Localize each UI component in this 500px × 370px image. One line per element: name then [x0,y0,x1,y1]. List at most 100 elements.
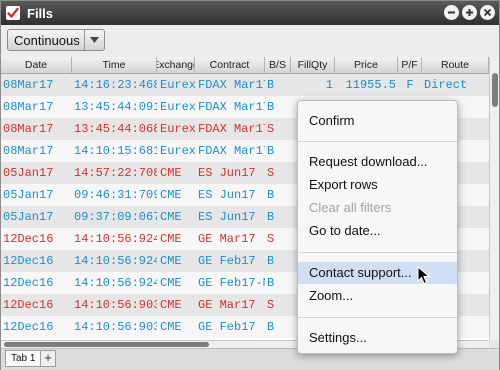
menu-separator [298,317,457,318]
menu-item-export-rows[interactable]: Export rows [298,174,457,196]
menu-separator [298,141,457,142]
cell-exchange: Eurex [160,122,195,136]
column-header-exchange[interactable]: Exchange [157,57,195,73]
cell-date: 08Mar17 [3,100,54,114]
column-header-pf[interactable]: P/F [398,57,422,73]
cell-buy-sell: B [267,276,275,290]
mouse-pointer-icon [417,266,431,285]
cell-buy-sell: B [267,78,275,92]
cell-time: 14:57:22:708 [74,166,157,180]
column-header-fill-qty[interactable]: FillQty [291,57,335,73]
cell-date: 12Dec16 [3,276,54,290]
cell-buy-sell: S [267,166,275,180]
close-circle-icon[interactable] [480,5,495,20]
cell-time: 14:10:56:903 [74,320,157,334]
chevron-down-icon[interactable] [84,30,104,50]
cell-exchange: CME [160,254,182,268]
cell-buy-sell: B [267,254,275,268]
menu-item-zoom[interactable]: Zoom... [298,285,457,307]
cell-buy-sell: S [267,232,275,246]
cell-time: 14:10:56:924 [74,276,157,290]
cell-exchange: Eurex [160,78,195,92]
cell-pf: F [406,78,414,92]
cell-contract: FDAX Mar17 [198,122,265,136]
cell-contract: GE Feb17 [198,320,256,334]
cell-buy-sell: B [267,144,275,158]
cell-date: 05Jan17 [3,210,54,224]
minus-circle-icon[interactable] [444,5,459,20]
cell-buy-sell: B [267,100,275,114]
checkmark-icon [6,6,20,20]
menu-item-request-download[interactable]: Request download... [298,151,457,173]
cell-date: 12Dec16 [3,320,54,334]
cell-date: 05Jan17 [3,166,54,180]
view-mode-dropdown[interactable]: Continuous [7,29,105,51]
cell-contract: ES Jun17 [198,166,256,180]
cell-time: 14:10:56:903 [74,298,157,312]
view-mode-value: Continuous [14,33,80,48]
cell-exchange: Eurex [160,100,195,114]
column-header-date[interactable]: Date [1,57,72,73]
cell-date: 12Dec16 [3,254,54,268]
cell-date: 05Jan17 [3,188,54,202]
cell-date: 12Dec16 [3,298,54,312]
cell-time: 09:46:31:709 [74,188,157,202]
cell-exchange: CME [160,166,182,180]
vertical-scrollbar[interactable] [489,57,499,340]
cell-contract: ES Jun17 [198,210,256,224]
cell-contract: FDAX Mar17 [198,144,265,158]
cell-time: 14:10:56:924 [74,254,157,268]
tab-1[interactable]: Tab 1 [5,350,42,367]
column-header-time[interactable]: Time [72,57,157,73]
cell-buy-sell: S [267,298,275,312]
grid-header: Date Time Exchange Contract B/S FillQty … [1,57,489,74]
menu-item-confirm[interactable]: Confirm [298,110,457,132]
menu-item-settings[interactable]: Settings... [298,327,457,349]
menu-item-contact-support[interactable]: Contact support... [298,262,457,284]
cell-route: Direct [424,78,468,92]
vertical-scroll-thumb[interactable] [492,73,498,107]
cell-contract: FDAX Mar17 [198,78,265,92]
cell-time: 13:45:44:091 [74,100,157,114]
cell-contract: GE Feb17 [198,254,256,268]
menu-separator [298,252,457,253]
cell-contract: GE Feb17-M [198,276,265,290]
cell-exchange: CME [160,298,182,312]
menu-item-clear-all-filters: Clear all filters [309,200,392,215]
cell-exchange: CME [160,232,182,246]
cell-date: 08Mar17 [3,144,54,158]
cell-buy-sell: B [267,320,275,334]
add-tab-button[interactable]: + [40,350,56,367]
column-header-buy-sell[interactable]: B/S [265,57,291,73]
title-bar[interactable]: Fills [1,1,499,25]
cell-date: 08Mar17 [3,122,54,136]
cell-exchange: Eurex [160,144,195,158]
cell-price: 11955.5 [345,78,396,92]
cell-time: 09:37:09:067 [74,210,157,224]
toolbar: Continuous [1,25,499,57]
cell-buy-sell: B [267,188,275,202]
cell-contract: FDAX Mar17 [198,100,265,114]
cell-time: 14:16:23:468 [74,78,157,92]
cell-contract: GE Mar17 [198,298,256,312]
cell-date: 12Dec16 [3,232,54,246]
cell-time: 14:10:56:924 [74,232,157,246]
cell-exchange: CME [160,276,182,290]
cell-exchange: CME [160,188,182,202]
cell-time: 14:10:15:681 [74,144,157,158]
cell-fill-qty: 1 [325,78,333,92]
menu-item-go-to-date[interactable]: Go to date... [298,220,457,242]
context-menu: Confirm Request download... Export rows … [297,100,458,354]
column-header-route[interactable]: Route [422,57,489,73]
cell-date: 08Mar17 [3,78,54,92]
cell-time: 13:45:44:068 [74,122,157,136]
cell-contract: GE Mar17 [198,232,256,246]
cell-buy-sell: S [267,122,275,136]
window-title: Fills [27,5,54,21]
column-header-price[interactable]: Price [335,57,398,73]
plus-circle-icon[interactable] [462,5,477,20]
column-header-contract[interactable]: Contract [195,57,265,73]
cell-exchange: CME [160,210,182,224]
table-row[interactable]: 08Mar17 14:16:23:468 Eurex FDAX Mar17 B 1 1195… [1,74,489,96]
horizontal-scroll-thumb[interactable] [4,342,209,347]
